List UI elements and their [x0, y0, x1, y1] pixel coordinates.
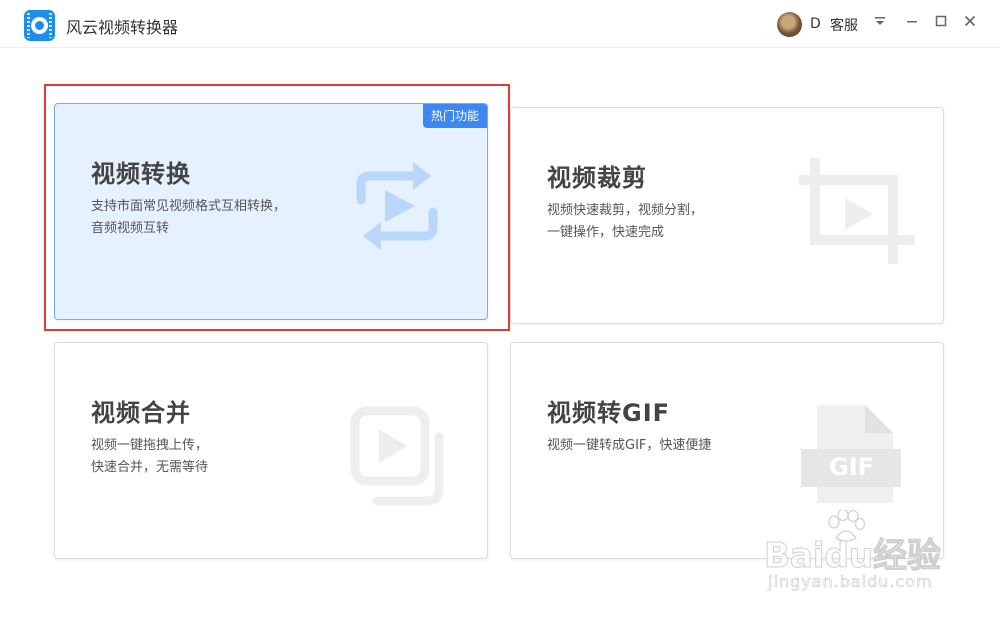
card-description: 视频一键拖拽上传， 快速合并，无需等待 [91, 435, 208, 479]
watermark-url: jingyan.baidu.com [768, 572, 933, 592]
close-icon[interactable] [960, 12, 980, 34]
card-description: 视频快速裁剪，视频分割， 一键操作，快速完成 [547, 200, 703, 244]
title-bar: 风云视频转换器 D 客服 [0, 0, 1000, 48]
convert-icon [347, 156, 447, 260]
gif-file-icon: GIF [801, 403, 911, 512]
user-avatar[interactable] [777, 12, 802, 37]
card-desc-line: 音频视频互转 [91, 221, 170, 236]
app-logo-icon [24, 10, 55, 41]
app-title: 风云视频转换器 [66, 18, 179, 37]
card-description: 支持市面常见视频格式互相转换， 音频视频互转 [91, 196, 286, 240]
card-title: 视频转GIF [547, 399, 671, 427]
card-video-convert[interactable]: 热门功能 视频转换 支持市面常见视频格式互相转换， 音频视频互转 [54, 103, 488, 320]
card-title: 视频合并 [91, 399, 191, 427]
maximize-icon[interactable] [931, 12, 951, 34]
card-desc-line: 视频一键拖拽上传， [91, 438, 209, 453]
card-title: 视频转换 [91, 160, 191, 188]
card-video-crop[interactable]: 视频裁剪 视频快速裁剪，视频分割， 一键操作，快速完成 [510, 107, 944, 324]
hot-feature-badge: 热门功能 [422, 104, 487, 128]
card-title: 视频裁剪 [547, 164, 647, 192]
dropdown-menu-icon[interactable] [870, 12, 890, 34]
merge-icon [347, 403, 457, 517]
card-desc-line: 支持市面常见视频格式互相转换， [91, 199, 287, 214]
crop-icon [797, 156, 917, 270]
card-desc-line: 一键操作，快速完成 [547, 225, 665, 240]
app-window: 风云视频转换器 D 客服 热门功能 视频转换 支持市面常见视频格式互相转换， 音… [0, 0, 1000, 617]
card-video-merge[interactable]: 视频合并 视频一键拖拽上传， 快速合并，无需等待 [54, 342, 488, 559]
card-desc-line: 快速合并，无需等待 [91, 460, 209, 475]
card-video-to-gif[interactable]: 视频转GIF 视频一键转成GIF，快速便捷 GIF [510, 342, 944, 559]
card-desc-line: 视频一键转成GIF，快速便捷 [547, 438, 712, 453]
minimize-icon[interactable] [902, 12, 922, 34]
user-name[interactable]: D [810, 16, 821, 32]
card-desc-line: 视频快速裁剪，视频分割， [547, 203, 704, 218]
card-description: 视频一键转成GIF，快速便捷 [547, 435, 711, 457]
support-link[interactable]: 客服 [830, 15, 858, 35]
gif-label: GIF [829, 453, 875, 481]
